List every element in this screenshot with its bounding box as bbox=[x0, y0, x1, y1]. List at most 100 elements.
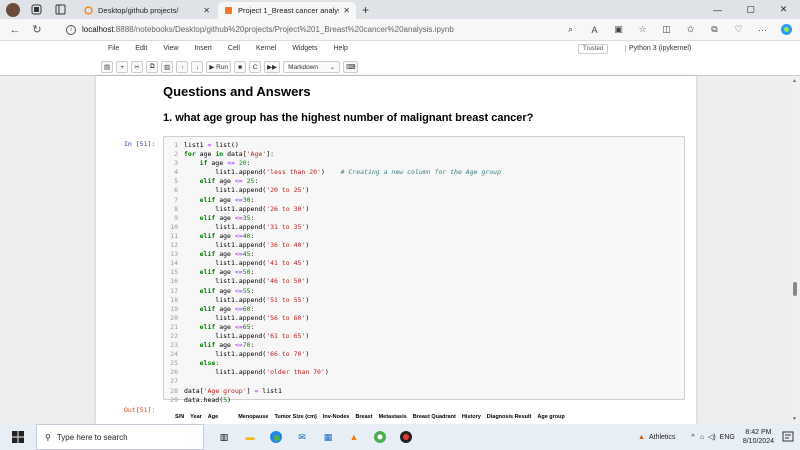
code-line[interactable]: 8 list1.append('26 to 30') bbox=[168, 205, 501, 214]
code-line[interactable]: 10 list1.append('31 to 35') bbox=[168, 223, 501, 232]
new-tab-button[interactable]: + bbox=[362, 3, 369, 17]
menu-widgets[interactable]: Widgets bbox=[292, 45, 317, 52]
cell-type-select[interactable]: Markdown ⌄ bbox=[283, 61, 341, 73]
save-icon[interactable]: ▤ bbox=[101, 61, 114, 73]
volume-icon[interactable]: ◁) bbox=[708, 433, 716, 441]
code-line[interactable]: 4 list1.append('less than 20') # Creatin… bbox=[168, 168, 501, 177]
code-cell[interactable]: 1 list1 = list() 2 for age in data['Age']: 3… bbox=[163, 136, 685, 404]
code-line[interactable]: 3 if age <= 20: bbox=[168, 159, 501, 168]
scroll-up-icon[interactable]: ▲ bbox=[792, 78, 797, 84]
trusted-badge[interactable]: Trusted bbox=[578, 44, 609, 54]
code-line[interactable]: 19 elif age <=60: bbox=[168, 305, 501, 314]
code-line[interactable]: 9 elif age <=35: bbox=[168, 214, 501, 223]
notifications-icon[interactable] bbox=[782, 430, 794, 442]
code-line[interactable]: 21 elif age <=65: bbox=[168, 323, 501, 332]
code-line[interactable]: 16 list1.append('46 to 50') bbox=[168, 277, 501, 286]
command-palette-icon[interactable]: ⌨ bbox=[343, 61, 359, 73]
info-icon[interactable]: i bbox=[66, 24, 76, 35]
tab-actions-icon[interactable] bbox=[52, 2, 68, 18]
code-line[interactable]: 13 elif age <=45: bbox=[168, 250, 501, 259]
vertical-scrollbar[interactable]: ▲ ▼ bbox=[790, 76, 800, 424]
close-tab-icon[interactable]: ✕ bbox=[343, 6, 350, 15]
profile-avatar[interactable] bbox=[6, 2, 20, 17]
tab-desktop-github[interactable]: Desktop/github projects/ ✕ bbox=[78, 2, 216, 19]
code-line[interactable]: 14 list1.append('41 to 45') bbox=[168, 259, 501, 268]
paste-icon[interactable]: ▥ bbox=[161, 61, 174, 73]
code-line[interactable]: 27 bbox=[168, 377, 501, 386]
scroll-down-icon[interactable]: ▼ bbox=[792, 416, 797, 422]
tray-overflow-icon[interactable]: ^ bbox=[691, 434, 694, 441]
clock[interactable]: 8:42 PM 8/10/2024 bbox=[743, 428, 774, 446]
split-screen-icon[interactable]: ◫ bbox=[659, 22, 674, 37]
code-line[interactable]: 2 for age in data['Age']: bbox=[168, 150, 501, 159]
run-button[interactable]: ▶ Run bbox=[206, 61, 232, 73]
restart-run-all-icon[interactable]: ▶▶ bbox=[264, 61, 281, 73]
more-menu-icon[interactable]: ··· bbox=[755, 22, 770, 37]
menu-help[interactable]: Help bbox=[334, 45, 348, 52]
collections-icon[interactable]: ⧉ bbox=[707, 22, 722, 37]
insert-cell-icon[interactable]: + bbox=[116, 61, 129, 73]
back-icon[interactable]: ← bbox=[8, 23, 22, 37]
app-available-icon[interactable]: ▣ bbox=[611, 22, 626, 37]
code-line[interactable]: 29 data.head(5) bbox=[168, 396, 501, 405]
code-line[interactable]: 12 list1.append('36 to 40') bbox=[168, 241, 501, 250]
menu-cell[interactable]: Cell bbox=[228, 45, 240, 52]
weather-widget[interactable]: ▲ Athletics bbox=[638, 434, 675, 441]
code-line[interactable]: 25 else: bbox=[168, 359, 501, 368]
code-line[interactable]: 11 elif age <=40: bbox=[168, 232, 501, 241]
vlc-icon[interactable]: ▲ bbox=[346, 429, 362, 445]
store-icon[interactable]: ▦ bbox=[320, 429, 336, 445]
task-view-icon[interactable]: ▥ bbox=[216, 429, 232, 445]
mail-icon[interactable]: ✉ bbox=[294, 429, 310, 445]
obs-icon[interactable] bbox=[398, 429, 414, 445]
code-line[interactable]: 6 list1.append('20 to 25') bbox=[168, 186, 501, 195]
code-line[interactable]: 1 list1 = list() bbox=[168, 141, 501, 150]
stop-icon[interactable]: ■ bbox=[234, 61, 247, 73]
code-line[interactable]: 23 elif age <=70: bbox=[168, 341, 501, 350]
code-line[interactable]: 26 list1.append('older than 70') bbox=[168, 368, 501, 377]
zoom-icon[interactable]: ⌕ bbox=[563, 22, 578, 37]
refresh-icon[interactable]: ↻ bbox=[30, 23, 44, 37]
chrome-icon[interactable] bbox=[372, 429, 388, 445]
favorites-icon[interactable]: ✩ bbox=[683, 22, 698, 37]
language-indicator[interactable]: ENG bbox=[720, 434, 735, 441]
menu-kernel[interactable]: Kernel bbox=[256, 45, 276, 52]
scrollbar-thumb[interactable] bbox=[793, 282, 797, 296]
code-line[interactable]: 18 list1.append('51 to 55') bbox=[168, 296, 501, 305]
kernel-name[interactable]: Python 3 (ipykernel) bbox=[625, 45, 691, 52]
network-icon[interactable]: ⌂ bbox=[700, 434, 704, 441]
file-explorer-icon[interactable]: ▬ bbox=[242, 429, 258, 445]
code-line[interactable]: 24 list1.append('66 to 70') bbox=[168, 350, 501, 359]
taskbar-search[interactable]: ⚲ Type here to search bbox=[36, 424, 204, 450]
menu-view[interactable]: View bbox=[163, 45, 178, 52]
minimize-button[interactable]: — bbox=[701, 0, 734, 19]
restart-icon[interactable]: C bbox=[249, 61, 262, 73]
cut-icon[interactable]: ✂ bbox=[131, 61, 144, 73]
browser-essentials-icon[interactable]: ♡ bbox=[731, 22, 746, 37]
start-button[interactable] bbox=[0, 424, 36, 450]
menu-insert[interactable]: Insert bbox=[194, 45, 212, 52]
copilot-icon[interactable] bbox=[779, 22, 794, 37]
code-line[interactable]: 20 list1.append('56 to 60') bbox=[168, 314, 501, 323]
edge-icon[interactable] bbox=[268, 429, 284, 445]
url-field[interactable]: i localhost:8888/notebooks/Desktop/githu… bbox=[66, 22, 646, 38]
code-line[interactable]: 5 elif age <= 25: bbox=[168, 177, 501, 186]
weather-icon: ▲ bbox=[638, 433, 645, 441]
tab-project-notebook[interactable]: Project 1_Breast cancer analysis ✕ bbox=[218, 2, 356, 19]
workspaces-icon[interactable] bbox=[28, 2, 44, 18]
code-line[interactable]: 28 data['Age group'] = list1 bbox=[168, 387, 501, 396]
code-line[interactable]: 17 elif age <=55: bbox=[168, 287, 501, 296]
menu-edit[interactable]: Edit bbox=[135, 45, 147, 52]
close-tab-icon[interactable]: ✕ bbox=[203, 6, 210, 15]
close-window-button[interactable]: ✕ bbox=[767, 0, 800, 19]
code-line[interactable]: 15 elif age <=50: bbox=[168, 268, 501, 277]
menu-file[interactable]: File bbox=[108, 45, 119, 52]
maximize-button[interactable]: ▢ bbox=[734, 0, 767, 19]
move-down-icon[interactable]: ↓ bbox=[191, 61, 204, 73]
read-aloud-icon[interactable]: A bbox=[587, 22, 602, 37]
code-line[interactable]: 22 list1.append('61 to 65') bbox=[168, 332, 501, 341]
move-up-icon[interactable]: ↑ bbox=[176, 61, 189, 73]
copy-icon[interactable]: ⧉ bbox=[146, 61, 159, 73]
favorite-star-icon[interactable]: ☆ bbox=[635, 22, 650, 37]
code-line[interactable]: 7 elif age <=30: bbox=[168, 196, 501, 205]
